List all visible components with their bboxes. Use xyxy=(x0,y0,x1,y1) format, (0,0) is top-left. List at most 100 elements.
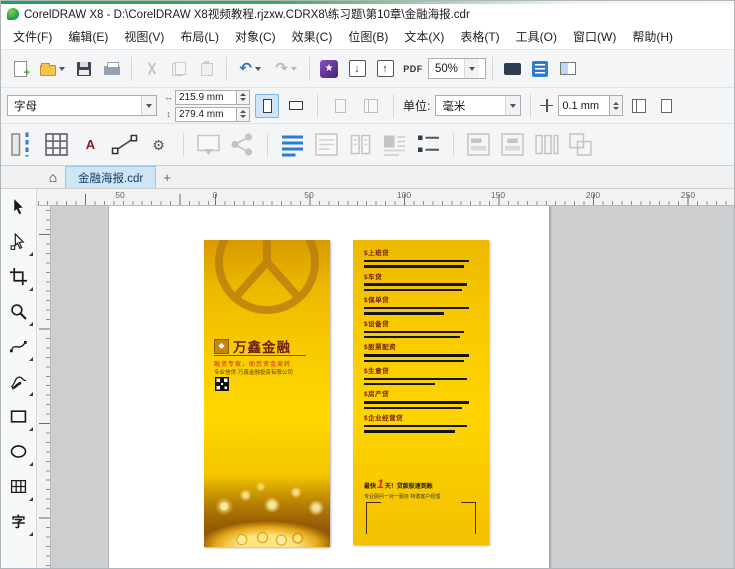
drop-cap-button[interactable] xyxy=(381,131,408,158)
poster-left-object[interactable]: ◆ 万鑫金融 融资专家，助您资金周转 专业信贷·万鑫金融投资有限公司 xyxy=(204,240,330,547)
align-center-button[interactable] xyxy=(499,131,526,158)
show-rulers-button[interactable] xyxy=(527,55,553,82)
document-tab-active[interactable]: 金融海报.cdr xyxy=(65,166,157,188)
shape-tool[interactable] xyxy=(1,224,36,259)
menu-item[interactable]: 视图(V) xyxy=(116,24,172,49)
horizontal-ruler[interactable]: 50 0 50 100 150 200 250 xyxy=(37,189,734,206)
publish-to-web-button[interactable] xyxy=(195,131,222,158)
align-left-button[interactable] xyxy=(465,131,492,158)
menu-item[interactable]: 效果(C) xyxy=(284,24,341,49)
plus-badge-icon: + xyxy=(23,67,30,79)
page-size-preset-select[interactable]: 字母 xyxy=(7,95,157,116)
import-button[interactable]: ↓ xyxy=(344,55,370,82)
zoom-level-select[interactable]: 50% xyxy=(428,58,486,79)
units-dropdown-button[interactable] xyxy=(505,96,521,115)
toolbox: 字 xyxy=(1,189,37,568)
nudge-stepper[interactable] xyxy=(610,95,624,116)
menu-item[interactable]: 表格(T) xyxy=(452,24,507,49)
publish-pdf-button[interactable]: PDF xyxy=(400,55,426,82)
nudge-distance-input[interactable]: 0.1 mm xyxy=(558,95,611,116)
toolbar-separator xyxy=(453,132,454,157)
artistic-media-tool[interactable] xyxy=(1,364,36,399)
spin-down-icon xyxy=(240,115,246,118)
share-button[interactable] xyxy=(229,131,256,158)
pick-tool[interactable] xyxy=(1,189,36,224)
new-tab-button[interactable]: + xyxy=(156,166,178,188)
app-launcher-icon: ★ xyxy=(320,59,338,78)
caret-down-icon xyxy=(58,66,65,71)
text-frame-button[interactable] xyxy=(313,131,340,158)
nudge-row: 0.1 mm xyxy=(558,95,624,116)
current-page-settings-button[interactable] xyxy=(327,92,353,119)
print-button[interactable] xyxy=(99,55,125,82)
portrait-orientation-button[interactable] xyxy=(255,93,279,118)
character-formatting-button[interactable]: A xyxy=(77,131,104,158)
new-document-button[interactable]: + xyxy=(7,55,33,82)
bulleted-list-button[interactable] xyxy=(415,131,442,158)
snap-to-objects-button[interactable] xyxy=(111,131,138,158)
menu-bar: 文件(F) 编辑(E) 视图(V) 布局(L) 对象(C) 效果(C) 位图(B) 文本(X)… xyxy=(1,24,734,50)
loan-text-line xyxy=(364,259,469,263)
redo-button[interactable]: ↷ xyxy=(269,55,303,82)
cut-button[interactable] xyxy=(138,55,164,82)
spin-up-icon xyxy=(240,110,246,113)
loan-text-line xyxy=(364,283,467,286)
loan-item: $房产贷 xyxy=(364,391,478,410)
columns-button[interactable] xyxy=(347,131,374,158)
menu-item[interactable]: 帮助(H) xyxy=(624,24,681,49)
zoom-tool[interactable] xyxy=(1,294,36,329)
group-objects-button[interactable] xyxy=(567,131,594,158)
drawing-canvas[interactable]: ◆ 万鑫金融 融资专家，助您资金周转 专业信贷·万鑫金融投资有限公司 $上班贷 … xyxy=(51,206,734,568)
rectangle-tool[interactable] xyxy=(1,399,36,434)
fullscreen-preview-button[interactable] xyxy=(499,55,525,82)
landscape-orientation-button[interactable] xyxy=(284,94,308,118)
brand-logo-icon: ◆ xyxy=(214,338,229,354)
graph-paper-tool[interactable] xyxy=(1,469,36,504)
export-button[interactable]: ↑ xyxy=(372,55,398,82)
menu-item[interactable]: 对象(C) xyxy=(227,24,284,49)
window-layout-button[interactable] xyxy=(555,55,581,82)
copy-icon xyxy=(172,61,186,76)
guidelines-setup-button[interactable] xyxy=(9,131,36,158)
freehand-tool[interactable] xyxy=(1,329,36,364)
nudge-offset-icon xyxy=(540,99,554,112)
copy-button[interactable] xyxy=(166,55,192,82)
save-button[interactable] xyxy=(71,55,97,82)
menu-item[interactable]: 工具(O) xyxy=(508,24,565,49)
distribute-objects-button[interactable] xyxy=(533,131,560,158)
crop-tool[interactable] xyxy=(1,259,36,294)
treat-as-filled-button[interactable] xyxy=(655,95,677,117)
vertical-ruler[interactable] xyxy=(37,206,51,568)
loan-item: $上班贷 xyxy=(364,250,478,268)
menu-item[interactable]: 文本(X) xyxy=(396,24,452,49)
zoom-dropdown-button[interactable] xyxy=(464,59,480,78)
grid-setup-button[interactable] xyxy=(43,131,70,158)
page-width-stepper[interactable] xyxy=(237,89,250,105)
duplicate-distance-button[interactable] xyxy=(628,95,650,117)
options-button[interactable]: ⚙ xyxy=(145,131,172,158)
paste-button[interactable] xyxy=(194,55,220,82)
menu-item[interactable]: 文件(F) xyxy=(5,24,60,49)
preset-dropdown-button[interactable] xyxy=(141,96,156,115)
menu-item[interactable]: 布局(L) xyxy=(172,24,227,49)
poster-right-object[interactable]: $上班贷 $车贷 $保单贷 $设备贷 $股票配资 $生意贷 $房产贷 $企业经营… xyxy=(353,240,489,545)
menu-item[interactable]: 窗口(W) xyxy=(565,24,624,49)
page-height-stepper[interactable] xyxy=(237,106,250,122)
units-select[interactable]: 毫米 xyxy=(435,95,522,116)
ellipse-tool[interactable] xyxy=(1,434,36,469)
open-document-button[interactable] xyxy=(35,55,69,82)
text-tool[interactable]: 字 xyxy=(1,504,36,539)
undo-button[interactable]: ↶ xyxy=(233,55,267,82)
loan-text-line xyxy=(364,359,465,362)
app-launcher-button[interactable]: ★ xyxy=(316,55,342,82)
welcome-home-button[interactable]: ⌂ xyxy=(41,166,65,188)
menu-item[interactable]: 位图(B) xyxy=(340,24,396,49)
justify-text-button[interactable] xyxy=(279,131,306,158)
ruler-label: 100 xyxy=(396,190,412,200)
page-width-input[interactable]: 215.9 mm xyxy=(175,89,237,105)
page-height-input[interactable]: 279.4 mm xyxy=(175,106,237,122)
all-pages-settings-button[interactable] xyxy=(358,92,384,119)
spin-up-icon xyxy=(240,93,246,96)
loan-item-label: $股票配资 xyxy=(364,344,397,352)
menu-item[interactable]: 编辑(E) xyxy=(60,24,116,49)
